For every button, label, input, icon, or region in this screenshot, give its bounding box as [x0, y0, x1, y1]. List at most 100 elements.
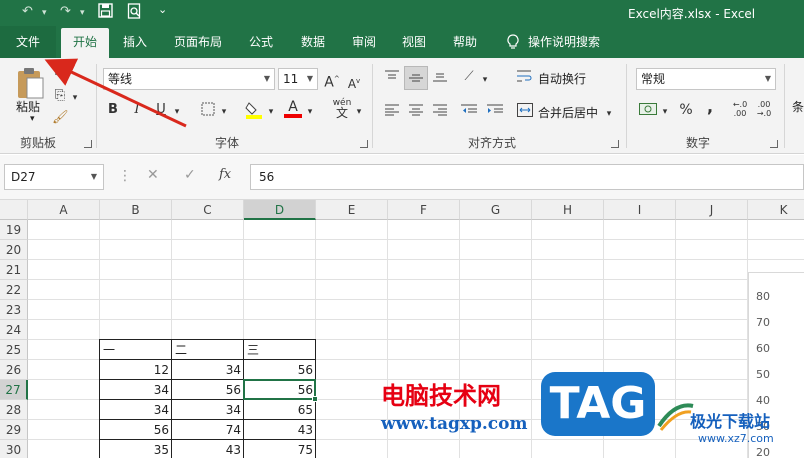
chevron-down-icon[interactable]: ▾	[80, 8, 85, 18]
row-header-23[interactable]: 23	[0, 300, 28, 320]
redo-icon[interactable]: ↷	[60, 4, 71, 19]
chevron-down-icon[interactable]: ▼	[91, 165, 97, 189]
align-left-icon[interactable]	[384, 104, 400, 121]
underline-button[interactable]: U	[154, 102, 168, 118]
formula-input[interactable]: 56	[250, 164, 804, 190]
align-bottom-icon[interactable]	[432, 70, 448, 87]
italic-button[interactable]: I	[130, 102, 144, 118]
accounting-format-icon[interactable]	[638, 102, 658, 121]
chevron-down-icon[interactable]: ▾	[42, 8, 47, 18]
format-painter-icon[interactable]: 🖌	[52, 110, 69, 126]
merge-center-icon[interactable]	[516, 103, 534, 122]
table-cell[interactable]: 34	[100, 380, 172, 400]
column-header-e[interactable]: E	[316, 200, 388, 220]
table-cell[interactable]: 75	[244, 440, 316, 458]
paste-icon[interactable]	[14, 66, 46, 100]
column-header-c[interactable]: C	[172, 200, 244, 220]
bold-button[interactable]: B	[106, 102, 120, 118]
table-cell[interactable]: 34	[172, 360, 244, 380]
decrease-indent-icon[interactable]	[460, 104, 478, 121]
column-header-i[interactable]: I	[604, 200, 676, 220]
chevron-down-icon[interactable]: ▾	[480, 72, 490, 88]
undo-icon[interactable]: ↶	[22, 4, 33, 19]
paste-button-label[interactable]: 粘贴	[16, 98, 40, 115]
chevron-down-icon[interactable]: ▾	[354, 104, 364, 120]
merge-center-button[interactable]: 合并后居中	[538, 104, 598, 121]
row-header-25[interactable]: 25	[0, 340, 28, 360]
table-cell[interactable]: 12	[100, 360, 172, 380]
column-header-d[interactable]: D	[244, 200, 316, 220]
table-cell[interactable]: 43	[172, 440, 244, 458]
chevron-down-icon[interactable]: ▾	[30, 114, 35, 124]
chevron-down-icon[interactable]: ▾	[305, 104, 315, 120]
chevron-down-icon[interactable]: ▾	[70, 90, 80, 106]
table-cell[interactable]: 56	[244, 360, 316, 380]
row-header-28[interactable]: 28	[0, 400, 28, 420]
tab-formulas[interactable]: 公式	[240, 26, 282, 58]
table-cell[interactable]: 56	[100, 420, 172, 440]
increase-decimal-icon[interactable]: ←.0.00	[730, 100, 750, 118]
chevron-down-icon[interactable]: ▾	[660, 104, 670, 120]
tab-file[interactable]: 文件	[0, 26, 56, 58]
comma-style-button[interactable]: ,	[704, 99, 716, 115]
row-header-24[interactable]: 24	[0, 320, 28, 340]
copy-icon[interactable]: ⎘	[52, 88, 68, 104]
column-header-g[interactable]: G	[460, 200, 532, 220]
row-header-21[interactable]: 21	[0, 260, 28, 280]
table-header-cell[interactable]: 二	[172, 340, 244, 360]
column-header-b[interactable]: B	[100, 200, 172, 220]
tell-me-search[interactable]: 操作说明搜索	[528, 26, 608, 58]
row-header-29[interactable]: 29	[0, 420, 28, 440]
select-all-corner[interactable]	[0, 200, 28, 220]
fill-color-icon[interactable]	[244, 100, 264, 125]
column-header-f[interactable]: F	[388, 200, 460, 220]
chevron-down-icon[interactable]: ▾	[172, 104, 182, 120]
print-preview-icon[interactable]	[127, 3, 142, 23]
lightbulb-icon[interactable]	[502, 26, 524, 58]
save-icon[interactable]	[98, 3, 113, 22]
column-header-k[interactable]: K	[748, 200, 804, 220]
clipboard-launcher-icon[interactable]	[84, 140, 92, 148]
percent-style-button[interactable]: %	[678, 102, 694, 118]
name-box[interactable]: D27 ▼	[4, 164, 104, 190]
decrease-font-size-icon[interactable]: Av	[346, 73, 362, 92]
wrap-text-icon[interactable]	[516, 69, 534, 88]
table-cell[interactable]: 35	[100, 440, 172, 458]
chevron-down-icon[interactable]: ▾	[604, 106, 614, 122]
align-top-icon[interactable]	[384, 70, 400, 87]
increase-font-size-icon[interactable]: A^	[324, 71, 340, 91]
tab-data[interactable]: 数据	[292, 26, 334, 58]
conditional-format-button[interactable]: 条	[792, 98, 804, 115]
increase-indent-icon[interactable]	[486, 104, 504, 121]
table-header-cell[interactable]: 一	[100, 340, 172, 360]
worksheet-grid[interactable]: ABCDEFGHIJK 19202122232425262728293031 一…	[0, 200, 804, 458]
chevron-down-icon[interactable]: ▾	[219, 104, 229, 120]
insert-function-icon[interactable]: fx	[219, 167, 231, 182]
cut-icon[interactable]: ✂	[52, 66, 68, 82]
font-launcher-icon[interactable]	[360, 140, 368, 148]
column-header-j[interactable]: J	[676, 200, 748, 220]
orientation-icon[interactable]: ⟋	[460, 69, 478, 85]
align-middle-icon[interactable]	[404, 66, 428, 90]
align-center-icon[interactable]	[408, 104, 424, 121]
customize-quick-access-icon[interactable]: ⌄	[158, 3, 167, 16]
number-launcher-icon[interactable]	[770, 140, 778, 148]
row-header-26[interactable]: 26	[0, 360, 28, 380]
enter-icon[interactable]: ✓	[184, 167, 196, 183]
table-cell[interactable]: 43	[244, 420, 316, 440]
wrap-text-button[interactable]: 自动换行	[538, 70, 586, 87]
fill-handle[interactable]	[312, 396, 318, 402]
font-color-icon[interactable]: A	[284, 100, 302, 118]
active-cell-d27[interactable]	[243, 379, 316, 400]
table-cell[interactable]: 74	[172, 420, 244, 440]
decrease-decimal-icon[interactable]: .00 →.0	[754, 100, 774, 118]
tab-home[interactable]: 开始	[61, 28, 109, 58]
alignment-launcher-icon[interactable]	[611, 140, 619, 148]
table-cell[interactable]: 56	[172, 380, 244, 400]
phonetic-guide-icon[interactable]: wén 文	[330, 98, 354, 120]
column-header-h[interactable]: H	[532, 200, 604, 220]
tab-insert[interactable]: 插入	[114, 26, 156, 58]
align-right-icon[interactable]	[432, 104, 448, 121]
tab-help[interactable]: 帮助	[444, 26, 486, 58]
tab-view[interactable]: 视图	[394, 26, 434, 58]
